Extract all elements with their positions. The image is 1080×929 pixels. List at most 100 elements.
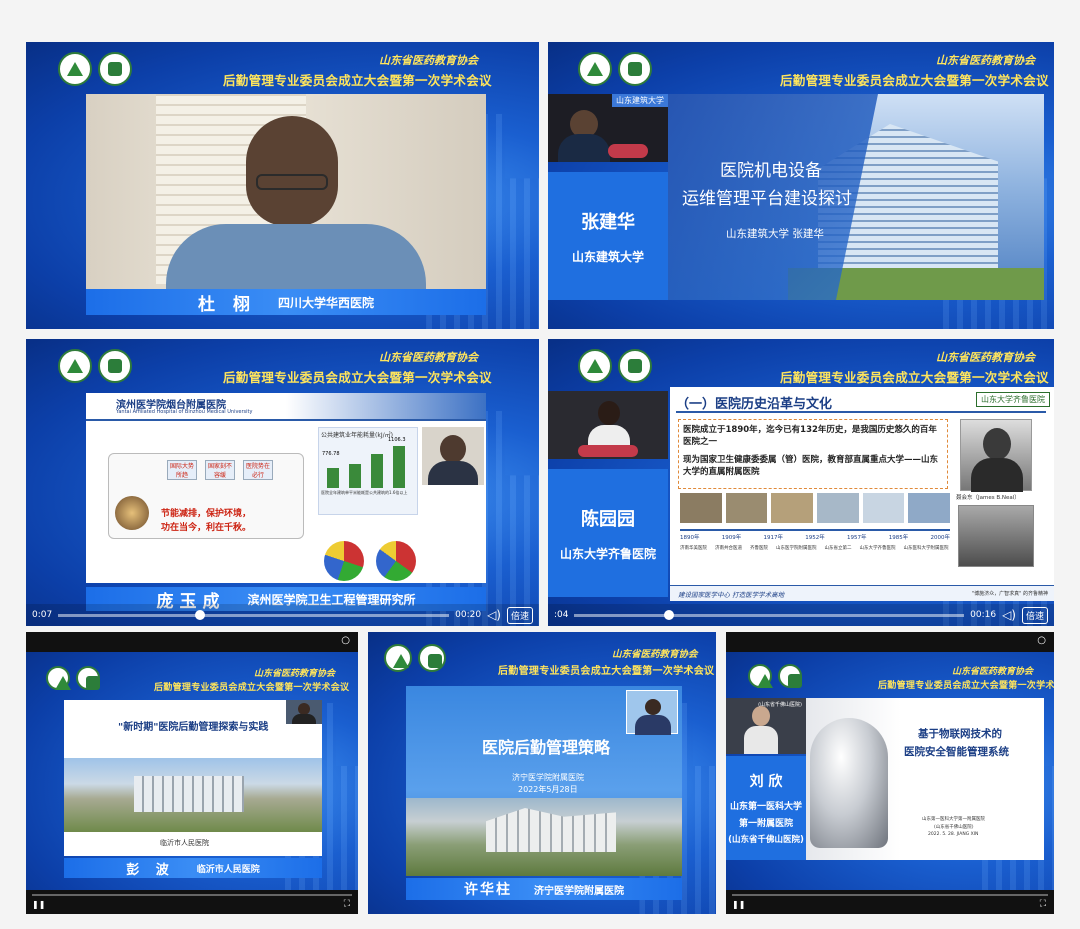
slide-title: "新时期"医院后勤管理探索与实践 bbox=[118, 722, 269, 733]
pie-chart-2 bbox=[376, 541, 416, 581]
speaker-head bbox=[598, 401, 620, 425]
hospital-logo-icon bbox=[618, 52, 652, 86]
speaker-name-bar: 杜 栩 四川大学华西医院 bbox=[86, 289, 486, 315]
hospital-logo-icon bbox=[418, 644, 446, 672]
top-strip: ○ bbox=[26, 632, 358, 652]
org-logos bbox=[748, 664, 802, 688]
speaker-video bbox=[548, 391, 668, 459]
hospital-logo-icon bbox=[76, 666, 100, 690]
energy-bar-chart bbox=[327, 446, 405, 488]
conference-title: 后勤管理专业委员会成立大会暨第一次学术会议 bbox=[498, 666, 715, 677]
time-total: 00:16 bbox=[970, 610, 997, 620]
speaker-name: 刘 欣 bbox=[749, 774, 783, 790]
progress-bar[interactable] bbox=[732, 894, 1048, 896]
org-name: 山东省医药教育协会 bbox=[379, 54, 478, 67]
conference-title: 后勤管理专业委员会成立大会暨第一次学术会议 bbox=[223, 73, 492, 88]
conference-title: 后勤管理专业委员会成立大会暨第一次学术会议 bbox=[780, 370, 1049, 385]
player-controls: :04 00:16 ◁) 倍速 bbox=[548, 604, 1054, 626]
speaker-affiliation: 山东建筑大学 bbox=[571, 249, 644, 264]
name-6: 山东大学齐鲁医院 bbox=[859, 546, 896, 551]
hospital-aerial-photo bbox=[64, 758, 322, 832]
video-label: (山东省千佛山医院) bbox=[758, 702, 802, 708]
time-elapsed: :04 bbox=[554, 610, 569, 620]
presentation-slide: 医院后勤管理策略 济宁医学院附属医院 2022年5月28日 bbox=[406, 686, 682, 876]
speaker-name-bar: 许华柱 济宁医学院附属医院 bbox=[406, 878, 682, 900]
volume-icon[interactable]: ◁) bbox=[1002, 608, 1016, 622]
name-2: 济南共合医道 bbox=[715, 546, 742, 551]
year-2: 1909年 bbox=[721, 535, 742, 541]
org-name: 山东省医药教育协会 bbox=[612, 649, 698, 660]
chart-bar-2 bbox=[349, 464, 361, 488]
name-4: 山东医学院附属医院 bbox=[776, 546, 817, 551]
slide-footer: 建设国家医学中心 打造医学学术高地 "博施济众，广智求真" 的齐鲁精神 bbox=[670, 585, 1054, 601]
speaker-affiliation: 临沂市人民医院 bbox=[196, 864, 260, 875]
progress-bar[interactable] bbox=[32, 894, 352, 896]
title-rule bbox=[676, 411, 1046, 413]
bar-value-4: 1106.3 bbox=[388, 437, 406, 443]
flowers bbox=[578, 445, 638, 457]
gate-photo bbox=[958, 505, 1034, 567]
player-controls: 0:07 00:20 ◁) 倍速 bbox=[26, 604, 539, 626]
conference-title: 后勤管理专业委员会成立大会暨第一次学术会议 bbox=[878, 681, 1054, 691]
video-tile-1[interactable]: 山东省医药教育协会 后勤管理专业委员会成立大会暨第一次学术会议 杜 栩 四川大学… bbox=[26, 42, 539, 329]
video-tile-5[interactable]: ○ 山东省医药教育协会 后勤管理专业委员会成立大会暨第一次学术会议 "新时期"医… bbox=[26, 632, 358, 914]
speaker-body bbox=[558, 134, 610, 162]
video-tile-4[interactable]: 山东省医药教育协会 后勤管理专业委员会成立大会暨第一次学术会议 陈园园 山东大学… bbox=[548, 339, 1054, 626]
speaker-head bbox=[752, 706, 770, 726]
presentation-slide: 滨州医学院烟台附属医院 Yantai Affiliated Hospital o… bbox=[86, 393, 486, 583]
name-3: 齐鲁医院 bbox=[750, 546, 768, 551]
volume-icon[interactable]: ◁) bbox=[487, 608, 501, 622]
flow-diagram: 国际大势所趋 国家刻不容缓 医院势在必行 节能减排，保护环境， 功在当今，利在千… bbox=[108, 453, 304, 539]
speaker-name: 张建华 bbox=[581, 211, 635, 233]
conference-title: 后勤管理专业委员会成立大会暨第一次学术会议 bbox=[154, 683, 350, 693]
slide-title: 医院后勤管理策略 bbox=[482, 738, 611, 757]
progress-knob[interactable] bbox=[195, 609, 206, 620]
video-tile-2[interactable]: 山东省医药教育协会 后勤管理专业委员会成立大会暨第一次学术会议 山东建筑大学 张… bbox=[548, 42, 1054, 329]
association-logo-icon bbox=[58, 349, 92, 383]
progress-bar[interactable] bbox=[58, 609, 450, 620]
play-icon[interactable]: ❚❚ bbox=[32, 900, 45, 909]
video-tile-7[interactable]: ○ 山东省医药教育协会 后勤管理专业委员会成立大会暨第一次学术会议 (山东省千佛… bbox=[726, 632, 1054, 914]
play-icon[interactable]: ❚❚ bbox=[732, 900, 745, 909]
founder-caption: 聂会东（James B.Neal） bbox=[956, 495, 1020, 501]
point-1: 医院成立于1890年，迄今已有132年历史，是我国历史悠久的百年医院之一 bbox=[683, 425, 937, 447]
slide-byline: 山东建筑大学 张建华 bbox=[726, 228, 824, 240]
hospital-aerial-photo bbox=[406, 798, 682, 876]
video-tile-3[interactable]: 山东省医药教育协会 后勤管理专业委员会成立大会暨第一次学术会议 滨州医学院烟台附… bbox=[26, 339, 539, 626]
year-5: 1957年 bbox=[847, 535, 867, 541]
brand-logo: 山东大学齐鲁医院 bbox=[976, 392, 1050, 407]
speaker-aff-line2: 第一附属医院 bbox=[738, 819, 793, 829]
org-name: 山东省医药教育协会 bbox=[936, 351, 1035, 364]
speed-button[interactable]: 倍速 bbox=[1021, 606, 1048, 624]
fullscreen-icon[interactable]: ○ bbox=[1037, 635, 1046, 646]
speed-button[interactable]: 倍速 bbox=[506, 606, 533, 624]
speaker-body bbox=[744, 726, 778, 754]
slide-title-line1: 基于物联网技术的 bbox=[918, 728, 1002, 740]
robot-image bbox=[810, 718, 888, 848]
speaker-name: 陈园园 bbox=[581, 508, 635, 530]
time-elapsed: 0:07 bbox=[32, 610, 53, 620]
timeline-line bbox=[680, 529, 950, 531]
flowers bbox=[608, 144, 648, 158]
association-logo-icon bbox=[384, 644, 412, 672]
hospital-logo-icon bbox=[98, 52, 132, 86]
fullscreen-icon[interactable]: ⛶ bbox=[1040, 899, 1046, 909]
box-hospital: 医院势在必行 bbox=[243, 460, 273, 480]
video-tile-6[interactable]: 山东省医药教育协会 后勤管理专业委员会成立大会暨第一次学术会议 医院后勤管理策略… bbox=[368, 632, 716, 914]
progress-bar[interactable] bbox=[574, 609, 965, 620]
hospital-logo-icon bbox=[618, 349, 652, 383]
fullscreen-icon[interactable]: ⛶ bbox=[344, 899, 350, 909]
slide-title-line1: 医院机电设备 bbox=[720, 161, 822, 181]
presentation-slide: （一）医院历史沿革与文化 山东大学齐鲁医院 医院成立于1890年，迄今已有132… bbox=[670, 387, 1054, 601]
presenter-inset bbox=[286, 700, 322, 724]
year-6: 1985年 bbox=[888, 535, 909, 541]
chart-bar-4 bbox=[393, 446, 405, 488]
year-7: 2000年 bbox=[930, 535, 951, 541]
progress-knob[interactable] bbox=[664, 609, 675, 620]
speaker-aff-line1: 山东第一医科大学 bbox=[729, 802, 802, 812]
association-logo-icon bbox=[46, 666, 70, 690]
presentation-slide: 基于物联网技术的 医院安全智能管理系统 山东第一医科大学第一附属医院 (山东省千… bbox=[806, 698, 1044, 860]
fullscreen-icon[interactable]: ○ bbox=[341, 635, 350, 646]
slide-subtitle-2: 2022年5月28日 bbox=[518, 785, 578, 794]
speaker-sidebar: 陈园园 山东大学齐鲁医院 bbox=[548, 469, 668, 597]
